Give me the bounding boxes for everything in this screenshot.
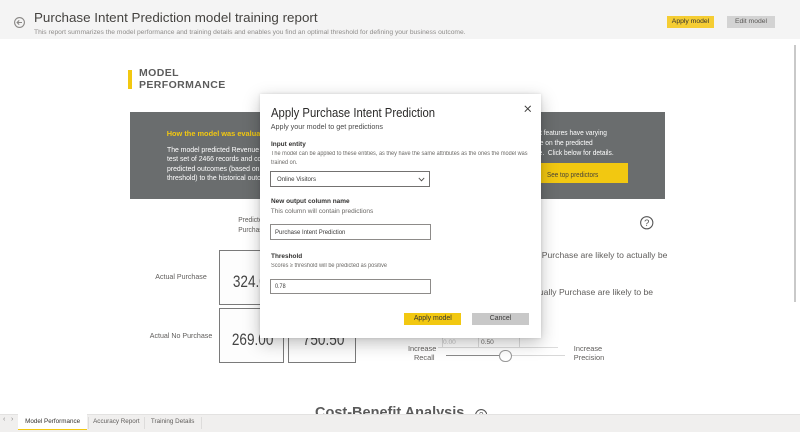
svg-text:?: ? [644, 218, 649, 229]
